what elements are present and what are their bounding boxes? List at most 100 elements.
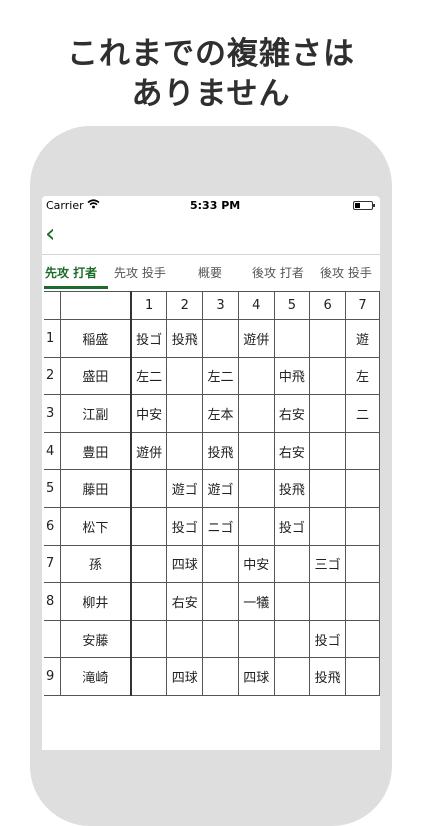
batter-row[interactable]: 2 盛田 左二 左二 中飛左 xyxy=(44,356,380,396)
at-bat-result-cell[interactable] xyxy=(166,394,204,433)
back-chevron-icon[interactable]: ‹ xyxy=(45,220,55,248)
player-name[interactable]: 松下 xyxy=(60,506,132,546)
at-bat-result-cell[interactable] xyxy=(344,619,380,659)
at-bat-result-cell[interactable]: 投飛 xyxy=(309,657,346,696)
tab-summary[interactable]: 概要 xyxy=(198,264,222,281)
at-bat-result-cell[interactable]: 左本 xyxy=(202,394,239,433)
at-bat-result-cell[interactable]: 四球 xyxy=(237,657,275,696)
at-bat-result-cell[interactable] xyxy=(237,619,275,659)
batter-row[interactable]: 1 稲盛 投ゴ 投飛 遊併 遊 xyxy=(44,319,380,358)
player-name[interactable]: 盛田 xyxy=(60,356,132,396)
at-bat-result-cell[interactable]: 投飛 xyxy=(166,319,204,358)
at-bat-result-cell[interactable] xyxy=(273,582,311,621)
at-bat-result-cell[interactable] xyxy=(344,431,380,471)
at-bat-result-cell[interactable] xyxy=(237,394,275,433)
batter-row[interactable]: 5 藤田 遊ゴ 遊ゴ 投飛 xyxy=(44,469,380,508)
at-bat-result-cell[interactable] xyxy=(129,469,168,508)
tab-home-pitchers[interactable]: 先攻 投手 xyxy=(114,264,166,281)
at-bat-result-cell[interactable] xyxy=(309,394,346,433)
at-bat-result-cell[interactable]: 中安 xyxy=(237,544,275,584)
at-bat-result-cell[interactable] xyxy=(129,657,168,696)
at-bat-result-cell[interactable] xyxy=(202,544,239,584)
at-bat-result-cell[interactable] xyxy=(344,469,380,508)
at-bat-result-cell[interactable] xyxy=(309,582,346,621)
at-bat-result-cell[interactable] xyxy=(309,506,346,546)
status-bar: Carrier 5:33 PM xyxy=(42,196,380,216)
at-bat-result-cell[interactable]: 投ゴ xyxy=(166,506,204,546)
at-bat-result-cell[interactable] xyxy=(237,431,275,471)
at-bat-result-cell[interactable] xyxy=(237,506,275,546)
at-bat-result-cell[interactable]: 右安 xyxy=(166,582,204,621)
batter-row[interactable]: 安藤 投ゴ xyxy=(44,619,380,659)
batter-row[interactable]: 9 滝崎 四球 四球 投飛 xyxy=(44,657,380,696)
player-name[interactable]: 安藤 xyxy=(60,619,132,659)
at-bat-result-cell[interactable] xyxy=(129,544,168,584)
at-bat-result-cell[interactable] xyxy=(273,544,311,584)
player-name[interactable]: 江副 xyxy=(60,394,132,433)
tab-home-batters[interactable]: 先攻 打者 xyxy=(45,264,97,281)
tab-away-batters[interactable]: 後攻 打者 xyxy=(252,264,304,281)
at-bat-result-cell[interactable] xyxy=(202,582,239,621)
at-bat-result-cell[interactable]: 中飛 xyxy=(273,356,311,396)
header-name-blank xyxy=(60,291,132,320)
at-bat-result-cell[interactable] xyxy=(202,657,239,696)
player-name[interactable]: 孫 xyxy=(60,544,132,584)
at-bat-result-cell[interactable]: 四球 xyxy=(166,657,204,696)
at-bat-result-cell[interactable] xyxy=(344,506,380,546)
at-bat-result-cell[interactable]: 右安 xyxy=(273,431,311,471)
at-bat-result-cell[interactable] xyxy=(129,619,168,659)
at-bat-result-cell[interactable] xyxy=(129,506,168,546)
at-bat-result-cell[interactable] xyxy=(344,582,380,621)
at-bat-result-cell[interactable]: 中安 xyxy=(129,394,168,433)
at-bat-result-cell[interactable]: 投ゴ xyxy=(129,319,168,358)
at-bat-result-cell[interactable]: 遊併 xyxy=(237,319,275,358)
batter-row[interactable]: 6 松下 投ゴ ニゴ 投ゴ xyxy=(44,506,380,546)
at-bat-result-cell[interactable]: 投ゴ xyxy=(309,619,346,659)
at-bat-result-cell[interactable]: 右安 xyxy=(273,394,311,433)
at-bat-result-cell[interactable] xyxy=(202,619,239,659)
at-bat-result-cell[interactable] xyxy=(273,619,311,659)
at-bat-result-cell[interactable] xyxy=(202,319,239,358)
at-bat-result-cell[interactable]: 投飛 xyxy=(273,469,311,508)
at-bat-result-cell[interactable]: 遊併 xyxy=(129,431,168,471)
at-bat-result-cell[interactable]: 左 xyxy=(344,356,380,396)
at-bat-result-cell[interactable] xyxy=(166,619,204,659)
batter-row[interactable]: 3 江副 中安 左本 右安二 xyxy=(44,394,380,433)
at-bat-result-cell[interactable] xyxy=(309,319,346,358)
player-name[interactable]: 藤田 xyxy=(60,469,132,508)
player-name[interactable]: 稲盛 xyxy=(60,319,132,358)
at-bat-result-cell[interactable] xyxy=(309,431,346,471)
at-bat-result-cell[interactable]: 二 xyxy=(344,394,380,433)
at-bat-result-cell[interactable] xyxy=(273,657,311,696)
at-bat-result-cell[interactable]: 三ゴ xyxy=(309,544,346,584)
player-name[interactable]: 滝崎 xyxy=(60,657,132,696)
at-bat-result-cell[interactable] xyxy=(309,356,346,396)
at-bat-result-cell[interactable] xyxy=(237,356,275,396)
at-bat-result-cell[interactable]: 遊ゴ xyxy=(166,469,204,508)
at-bat-result-cell[interactable]: 遊 xyxy=(344,319,380,358)
player-name[interactable]: 豊田 xyxy=(60,431,132,471)
player-name[interactable]: 柳井 xyxy=(60,582,132,621)
at-bat-result-cell[interactable] xyxy=(237,469,275,508)
at-bat-result-cell[interactable] xyxy=(309,469,346,508)
at-bat-result-cell[interactable]: 投飛 xyxy=(202,431,239,471)
batter-row[interactable]: 7 孫四球 中安 三ゴ xyxy=(44,544,380,584)
at-bat-result-cell[interactable] xyxy=(344,544,380,584)
at-bat-result-cell[interactable] xyxy=(344,657,380,696)
at-bat-result-cell[interactable]: ニゴ xyxy=(202,506,239,546)
at-bat-result-cell[interactable] xyxy=(166,431,204,471)
at-bat-result-cell[interactable] xyxy=(273,319,311,358)
at-bat-result-cell[interactable]: 四球 xyxy=(166,544,204,584)
batter-row[interactable]: 4 豊田 遊併 投飛 右安 xyxy=(44,431,380,471)
tab-away-pitchers[interactable]: 後攻 投手 xyxy=(320,264,372,281)
at-bat-result-cell[interactable] xyxy=(129,582,168,621)
at-bat-result-cell[interactable]: 一犠 xyxy=(237,582,275,621)
at-bat-result-cell[interactable]: 投ゴ xyxy=(273,506,311,546)
batter-row[interactable]: 8 柳井 右安 一犠 xyxy=(44,582,380,621)
at-bat-result-cell[interactable]: 遊ゴ xyxy=(202,469,239,508)
at-bat-result-cell[interactable] xyxy=(166,356,204,396)
at-bat-result-cell[interactable]: 左二 xyxy=(129,356,168,396)
scorebook-grid[interactable]: 1 2 3 4 5 6 7 1 稲盛 投ゴ 投飛 遊併遊 2 盛田 左二 左二 中飛左 3 江副 中安左… xyxy=(42,291,380,750)
scorebook-table: 1 2 3 4 5 6 7 1 稲盛 投ゴ 投飛 遊併遊 2 盛田 左二 左二 中飛左 3 江副 中安左… xyxy=(44,291,380,696)
at-bat-result-cell[interactable]: 左二 xyxy=(202,356,239,396)
